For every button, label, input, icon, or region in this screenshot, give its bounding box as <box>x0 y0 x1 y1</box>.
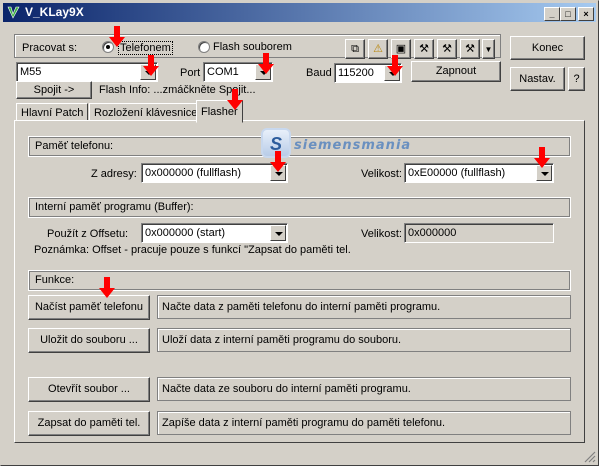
tool-2-icon: ⚠ <box>373 43 383 55</box>
window-title: V_KLay9X <box>25 5 84 19</box>
mode-label: Pracovat s: <box>22 42 78 54</box>
konec-button[interactable]: Konec <box>510 36 585 60</box>
nacist-pamet-desc: Načte data z paměti telefonu do interní … <box>157 295 571 319</box>
velikost2-field: 0x000000 <box>404 223 554 243</box>
minimize-button[interactable]: _ <box>544 7 560 21</box>
annotation-arrow-icon <box>387 55 403 76</box>
model-value: M55 <box>20 66 42 78</box>
main-window: V_KLay9X _ □ × Pracovat s: Telefonem Fla… <box>0 0 599 466</box>
title-bar[interactable]: V_KLay9X _ □ × <box>3 3 596 22</box>
port-label: Port <box>180 67 201 79</box>
help-button[interactable]: ? <box>568 67 585 91</box>
buffer-group: Interní paměť programu (Buffer): <box>28 197 571 218</box>
logo-text: siemensmania <box>294 138 412 153</box>
annotation-arrow-icon <box>227 89 243 110</box>
annotation-arrow-icon <box>534 147 550 168</box>
toolbar-button-2[interactable]: ⚠ <box>368 39 388 59</box>
pamet-telefonu-heading: Paměť telefonu: <box>35 140 114 152</box>
radio-file[interactable] <box>198 41 210 53</box>
annotation-arrow-icon <box>143 55 159 76</box>
tool-1-icon: ⧉ <box>351 43 359 55</box>
tool-3-icon: ▣ <box>395 43 407 55</box>
buffer-heading: Interní paměť programu (Buffer): <box>35 201 194 213</box>
radio-file-label[interactable]: Flash souborem <box>213 41 292 53</box>
annotation-arrow-icon <box>99 277 115 298</box>
port-value: COM1 <box>207 66 239 78</box>
toolbar-dropdown[interactable]: ▼ <box>482 39 495 59</box>
nacist-pamet-button[interactable]: Načíst paměť telefonu <box>28 295 150 320</box>
resize-grip-icon[interactable] <box>584 451 596 463</box>
annotation-arrow-icon <box>109 26 125 47</box>
velikost-value: 0xE00000 (fullflash) <box>408 167 506 179</box>
nastav-button[interactable]: Nastav. <box>510 67 565 91</box>
maximize-button[interactable]: □ <box>560 7 576 21</box>
offset-label: Použít z Offsetu: <box>47 228 129 240</box>
tool-5-icon: ⚒ <box>442 43 452 55</box>
tool-4-icon: ⚒ <box>419 43 429 55</box>
toolbar-button-1[interactable]: ⧉ <box>345 39 365 59</box>
tool-6-icon: ⚒ <box>465 43 475 55</box>
radio-phone-label[interactable]: Telefonem <box>118 41 173 55</box>
poznamka-text: Poznámka: Offset - pracuje pouze s funkc… <box>34 244 351 256</box>
offset-select[interactable]: 0x000000 (start) <box>141 223 288 243</box>
z-adresy-value: 0x000000 (fullflash) <box>145 167 242 179</box>
toolbar-button-5[interactable]: ⚒ <box>437 39 457 59</box>
toolbar-button-4[interactable]: ⚒ <box>414 39 434 59</box>
annotation-arrow-icon <box>270 151 286 172</box>
baud-label: Baud <box>306 67 332 79</box>
velikost-select[interactable]: 0xE00000 (fullflash) <box>404 163 554 183</box>
ulozit-soubor-button[interactable]: Uložit do souboru ... <box>28 328 150 353</box>
zapsat-pamet-desc: Zapíše data z interní paměti programu do… <box>157 411 571 435</box>
offset-value: 0x000000 (start) <box>145 227 226 239</box>
spojit-button[interactable]: Spojit -> <box>16 81 92 99</box>
annotation-arrow-icon <box>258 53 274 74</box>
model-select[interactable]: M55 <box>16 62 158 82</box>
funkce-heading: Funkce: <box>35 274 75 286</box>
velikost-label: Velikost: <box>361 168 402 180</box>
ulozit-soubor-desc: Uloží data z interní paměti programu do … <box>157 328 571 352</box>
zapnout-button[interactable]: Zapnout <box>411 61 501 82</box>
toolbar-button-6[interactable]: ⚒ <box>460 39 480 59</box>
chevron-down-icon: ▼ <box>484 45 493 54</box>
offset-dropdown-arrow-icon[interactable] <box>270 225 286 241</box>
otevrit-soubor-button[interactable]: Otevřít soubor ... <box>28 377 150 402</box>
baud-value: 115200 <box>338 67 374 79</box>
close-button[interactable]: × <box>578 7 594 21</box>
close-icon: × <box>583 9 589 19</box>
zapsat-pamet-button[interactable]: Zapsat do paměti tel. <box>28 411 150 436</box>
velikost2-value: 0x000000 <box>408 227 457 239</box>
velikost2-label: Velikost: <box>361 228 402 240</box>
maximize-icon: □ <box>565 9 571 19</box>
z-adresy-label: Z adresy: <box>91 168 137 180</box>
minimize-icon: _ <box>549 9 555 19</box>
z-adresy-select[interactable]: 0x000000 (fullflash) <box>141 163 288 183</box>
otevrit-soubor-desc: Načte data ze souboru do interní paměti … <box>157 377 571 401</box>
app-icon <box>7 6 20 19</box>
